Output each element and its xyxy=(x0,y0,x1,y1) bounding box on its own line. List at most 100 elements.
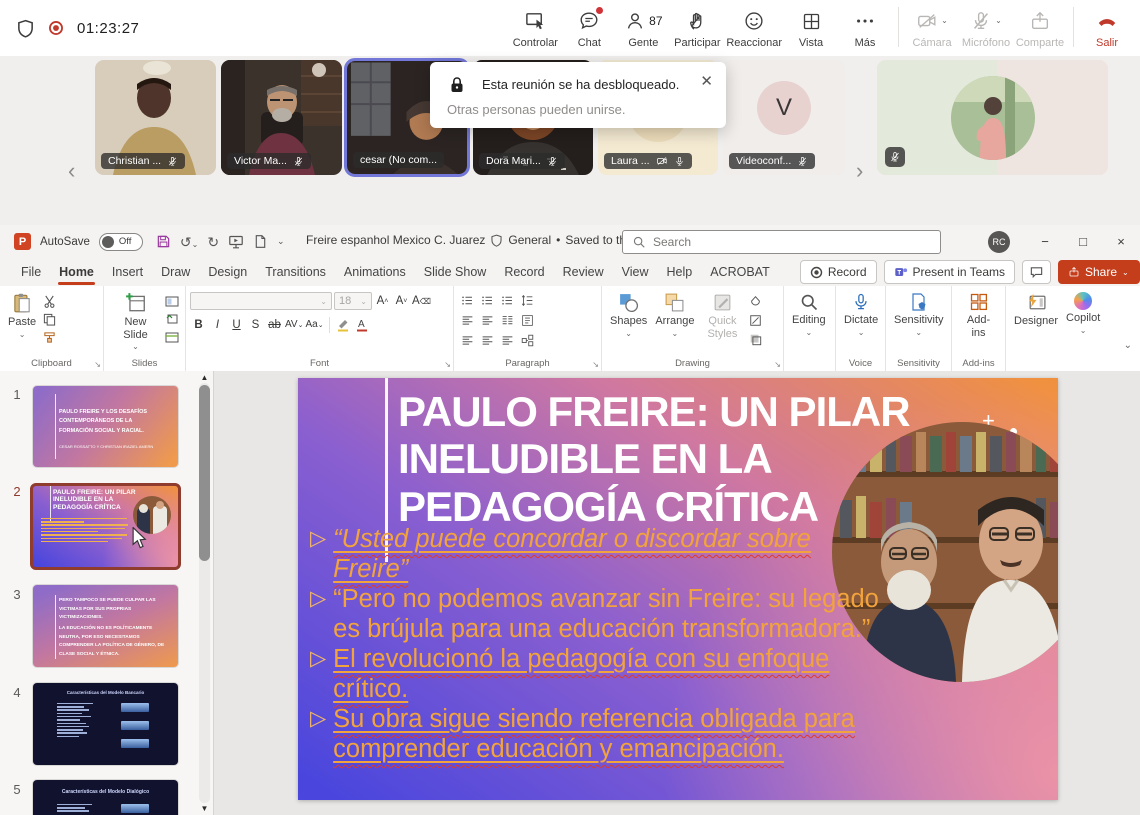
numbering-button[interactable] xyxy=(478,292,496,308)
slide-layout-icon[interactable] xyxy=(163,293,181,309)
align-left-button[interactable] xyxy=(458,332,476,348)
tab-slide-show[interactable]: Slide Show xyxy=(415,258,496,286)
italic-button[interactable]: I xyxy=(209,316,226,333)
copilot-button[interactable]: Copilot ⌄ xyxy=(1062,290,1104,337)
quick-styles-button[interactable]: Quick Styles xyxy=(698,290,746,342)
powerpoint-logo[interactable]: P xyxy=(14,233,31,250)
undo-icon[interactable]: ↺⌄ xyxy=(180,235,198,249)
microphone-chevron-icon[interactable]: ⌄ xyxy=(995,17,1002,25)
tab-home[interactable]: Home xyxy=(50,258,103,286)
chat-button[interactable]: Chat xyxy=(562,3,616,53)
security-shield-icon[interactable] xyxy=(16,19,35,38)
slide-thumbnail-4[interactable]: Características del Modelo Bancario xyxy=(33,683,178,765)
scroll-down-arrow[interactable]: ▼ xyxy=(199,804,210,813)
clear-formatting-button[interactable]: A⌫ xyxy=(412,293,431,310)
start-slideshow-icon[interactable] xyxy=(228,234,244,250)
change-case-button[interactable]: Aa⌄ xyxy=(305,316,323,333)
participant-tile[interactable]: V Videoconf... xyxy=(723,60,845,175)
reset-slide-icon[interactable] xyxy=(163,311,181,327)
arrange-button[interactable]: Arrange ⌄ xyxy=(651,290,698,340)
camera-chevron-icon[interactable]: ⌄ xyxy=(941,17,948,25)
text-shadow-button[interactable]: S xyxy=(247,316,264,333)
tab-design[interactable]: Design xyxy=(199,258,256,286)
align-right-button[interactable] xyxy=(498,332,516,348)
view-button[interactable]: Vista xyxy=(784,3,838,53)
highlight-color-button[interactable] xyxy=(335,316,352,333)
shape-outline-icon[interactable] xyxy=(746,312,764,328)
people-button[interactable]: 87 Gente xyxy=(616,3,670,53)
scroll-up-arrow[interactable]: ▲ xyxy=(199,373,210,382)
slide-thumbnail-2-selected[interactable]: PAULO FREIRE: UN PILAR INELUDIBLE EN LA … xyxy=(30,483,181,570)
document-title[interactable]: Freire espanhol Mexico C. Juarez General… xyxy=(306,233,667,247)
font-name-select[interactable]: ⌄ xyxy=(190,292,332,310)
slide-thumbnail-3[interactable]: PERO TAMPOCO SE PUEDE CULPAR LAS VICTIMA… xyxy=(33,585,178,667)
redo-icon[interactable]: ↻ xyxy=(207,235,219,249)
align-center-button[interactable] xyxy=(478,332,496,348)
strikethrough-button[interactable]: ab xyxy=(266,316,283,333)
addins-button[interactable]: Add-ins xyxy=(956,290,1001,341)
format-painter-icon[interactable] xyxy=(40,329,58,345)
bold-button[interactable]: B xyxy=(190,316,207,333)
bullet-item[interactable]: ▷“Pero no podemos avanzar sin Freire: su… xyxy=(310,584,885,644)
sensitivity-badge[interactable]: General xyxy=(508,233,551,247)
share-screen-button[interactable]: Comparte xyxy=(1013,3,1067,53)
underline-button[interactable]: U xyxy=(228,316,245,333)
bullet-item[interactable]: ▷El revolucionó la pedagogía con su enfo… xyxy=(310,644,885,704)
tab-draw[interactable]: Draw xyxy=(152,258,199,286)
slide-thumbnail-1[interactable]: PAULO FREIRE Y LOS DESAFÍOS CONTEMPORÁNE… xyxy=(33,386,178,467)
scroll-left-chevron[interactable]: ‹ xyxy=(68,160,75,182)
scroll-right-chevron[interactable]: › xyxy=(856,160,863,182)
tab-view[interactable]: View xyxy=(613,258,658,286)
recording-indicator-icon[interactable] xyxy=(47,19,65,37)
comments-button[interactable] xyxy=(1022,260,1051,284)
text-direction-button[interactable] xyxy=(518,312,536,328)
participant-tile[interactable]: Christian ... xyxy=(95,60,216,175)
sensitivity-button[interactable]: Sensitivity ⌄ xyxy=(890,290,948,339)
tab-help[interactable]: Help xyxy=(657,258,701,286)
tab-insert[interactable]: Insert xyxy=(103,258,152,286)
line-spacing-button[interactable] xyxy=(518,292,536,308)
tab-review[interactable]: Review xyxy=(554,258,613,286)
clipboard-dialog-launcher[interactable]: ↘ xyxy=(94,360,101,369)
paragraph-dialog-launcher[interactable]: ↘ xyxy=(592,360,599,369)
grow-font-button[interactable]: A˄ xyxy=(374,293,391,310)
drawing-dialog-launcher[interactable]: ↘ xyxy=(774,360,781,369)
decrease-indent-button[interactable] xyxy=(458,312,476,328)
new-document-icon[interactable] xyxy=(253,234,268,249)
slide-canvas[interactable]: PAULO FREIRE: UN PILAR INELUDIBLE EN LA … xyxy=(298,378,1058,800)
convert-smartart-button[interactable] xyxy=(518,332,536,348)
shape-effects-icon[interactable] xyxy=(746,331,764,347)
font-size-select[interactable]: 18⌄ xyxy=(334,292,372,310)
indent-list-button[interactable] xyxy=(498,292,516,308)
tab-acrobat[interactable]: ACROBAT xyxy=(701,258,779,286)
restore-button[interactable]: □ xyxy=(1064,225,1102,258)
new-slide-button[interactable]: New Slide ⌄ xyxy=(108,290,163,353)
more-button[interactable]: Más xyxy=(838,3,892,53)
paste-button[interactable]: Paste ⌄ xyxy=(4,290,40,345)
editing-button[interactable]: Editing ⌄ xyxy=(788,290,830,339)
participant-tile[interactable]: Victor Ma... xyxy=(221,60,342,175)
bullet-item[interactable]: ▷“Usted puede concordar o discordar sobr… xyxy=(310,524,885,584)
tab-record[interactable]: Record xyxy=(495,258,553,286)
save-icon[interactable] xyxy=(156,234,171,249)
bullet-item[interactable]: ▷Su obra sigue siendo referencia obligad… xyxy=(310,704,885,764)
share-button[interactable]: Share ⌄ xyxy=(1058,260,1140,284)
section-icon[interactable] xyxy=(163,329,181,345)
control-button[interactable]: Controlar xyxy=(508,3,562,53)
tab-animations[interactable]: Animations xyxy=(335,258,415,286)
record-button[interactable]: Record xyxy=(800,260,877,284)
account-avatar[interactable]: RC xyxy=(988,231,1010,253)
leave-button[interactable]: Salir xyxy=(1080,3,1134,53)
font-dialog-launcher[interactable]: ↘ xyxy=(444,360,451,369)
shrink-font-button[interactable]: A˅ xyxy=(393,293,410,310)
tab-file[interactable]: File xyxy=(12,258,50,286)
present-in-teams-button[interactable]: Present in Teams xyxy=(884,260,1016,284)
participant-tile-wide[interactable] xyxy=(877,60,1108,175)
autosave-toggle[interactable]: Off xyxy=(99,233,143,251)
dictate-button[interactable]: Dictate ⌄ xyxy=(840,290,882,339)
thumbnail-scrollbar-thumb[interactable] xyxy=(199,385,210,561)
slide-thumbnail-5[interactable]: Características del Modelo Dialógico xyxy=(33,780,178,815)
character-spacing-button[interactable]: AV⌄ xyxy=(285,316,303,333)
search-input[interactable]: Search xyxy=(622,230,941,254)
shapes-button[interactable]: Shapes ⌄ xyxy=(606,290,651,340)
